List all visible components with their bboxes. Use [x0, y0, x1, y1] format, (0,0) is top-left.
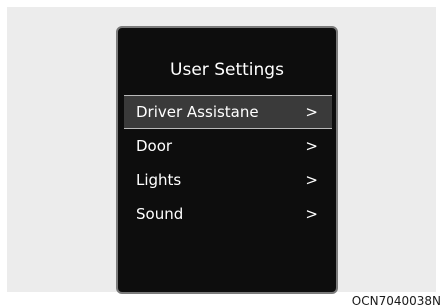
menu-item-sound[interactable]: Sound > — [124, 197, 332, 231]
figure-code: OCN7040038N — [351, 294, 441, 308]
menu-item-label: Sound — [136, 205, 184, 223]
settings-menu: Driver Assistane > Door > Lights > Sound… — [124, 95, 332, 231]
chevron-right-icon: > — [305, 103, 318, 121]
chevron-right-icon: > — [305, 171, 318, 189]
menu-item-lights[interactable]: Lights > — [124, 163, 332, 197]
menu-item-label: Driver Assistane — [136, 103, 259, 121]
menu-item-door[interactable]: Door > — [124, 129, 332, 163]
menu-item-label: Lights — [136, 171, 182, 189]
cluster-display: User Settings Driver Assistane > Door > … — [116, 26, 338, 294]
menu-item-driver-assistance[interactable]: Driver Assistane > — [124, 95, 332, 129]
screen-title: User Settings — [170, 60, 284, 80]
chevron-right-icon: > — [305, 205, 318, 223]
chevron-right-icon: > — [305, 137, 318, 155]
menu-item-label: Door — [136, 137, 173, 155]
